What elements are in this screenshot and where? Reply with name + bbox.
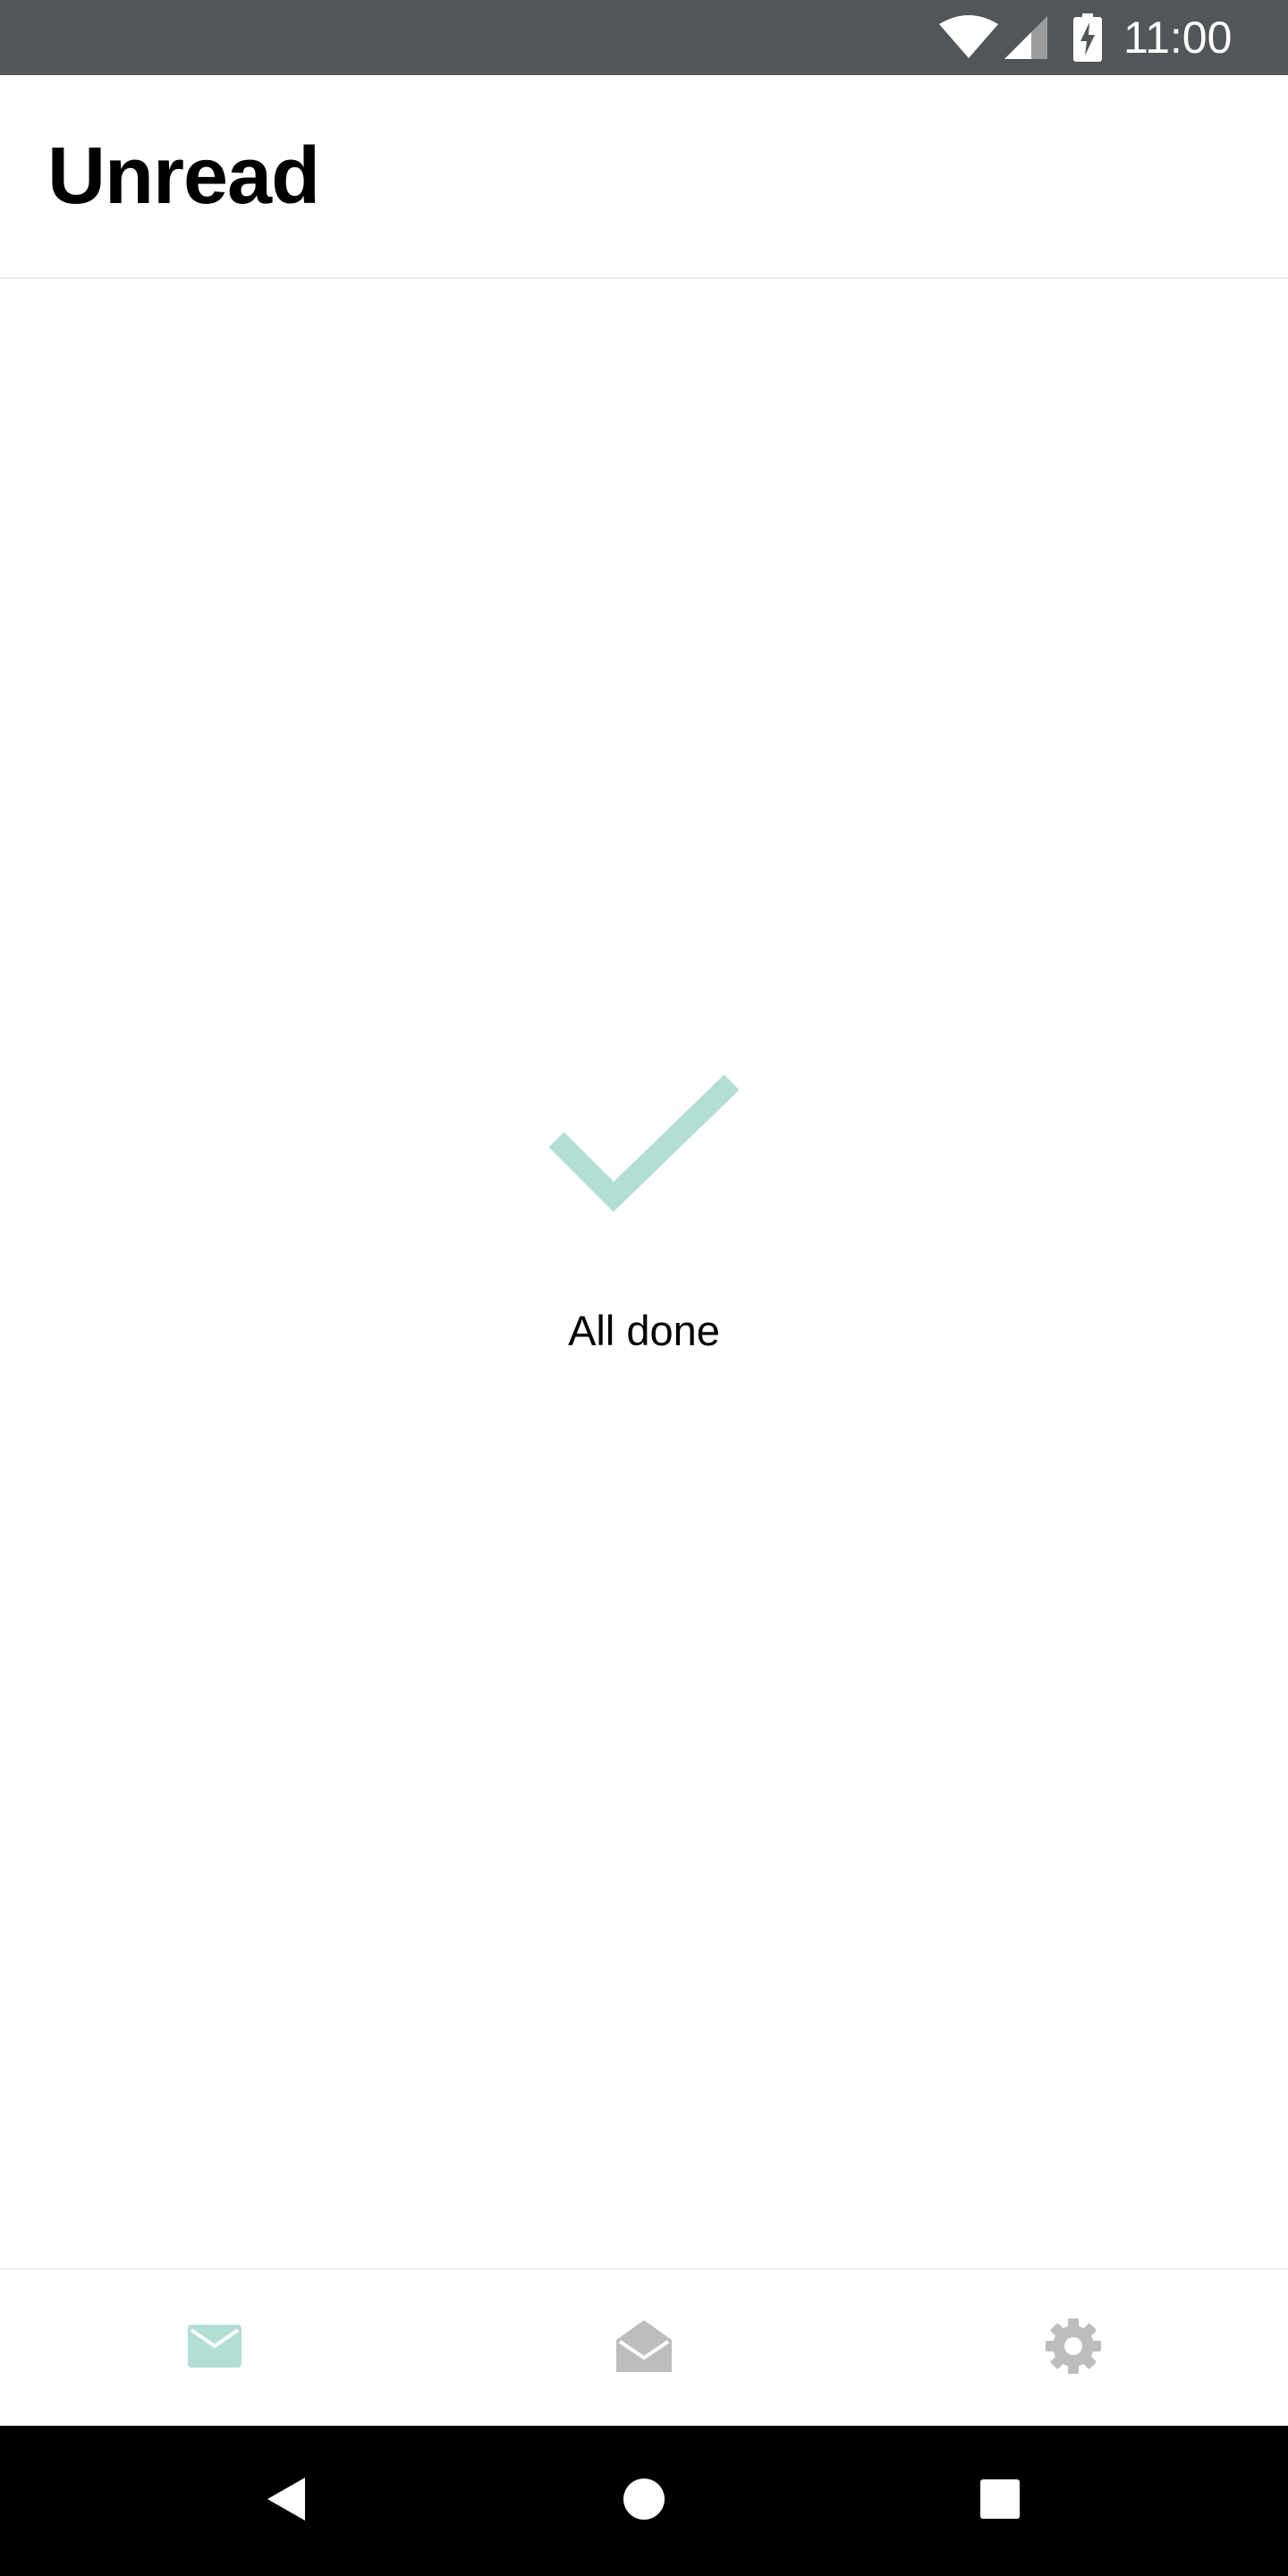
nav-tab-settings[interactable] <box>859 2270 1288 2426</box>
bottom-navigation <box>0 2268 1288 2426</box>
checkmark-icon <box>548 1063 740 1218</box>
nav-tab-read[interactable] <box>429 2270 859 2426</box>
empty-state-message: All done <box>568 1307 720 1354</box>
empty-state: All done <box>0 279 1288 2268</box>
status-time: 11:00 <box>1123 13 1233 63</box>
settings-gear-icon <box>1046 2318 1101 2378</box>
system-back-button[interactable] <box>215 2426 358 2576</box>
system-navigation-bar <box>0 2426 1288 2576</box>
system-recents-button[interactable] <box>928 2426 1072 2576</box>
wifi-icon <box>939 0 998 75</box>
status-bar: 11:00 <box>0 0 1288 75</box>
battery-charging-icon <box>1070 0 1106 75</box>
screen: 11:00 Unread All done <box>0 0 1288 2576</box>
mail-icon <box>188 2324 242 2372</box>
nav-tab-unread[interactable] <box>0 2270 429 2426</box>
home-icon <box>623 2478 665 2524</box>
mail-open-icon <box>616 2319 672 2377</box>
page-title: Unread <box>47 131 320 221</box>
system-home-button[interactable] <box>572 2426 716 2576</box>
cellular-signal-icon <box>1004 0 1048 75</box>
app-bar: Unread <box>0 75 1288 279</box>
recents-icon <box>980 2479 1020 2523</box>
back-icon <box>267 2477 305 2525</box>
